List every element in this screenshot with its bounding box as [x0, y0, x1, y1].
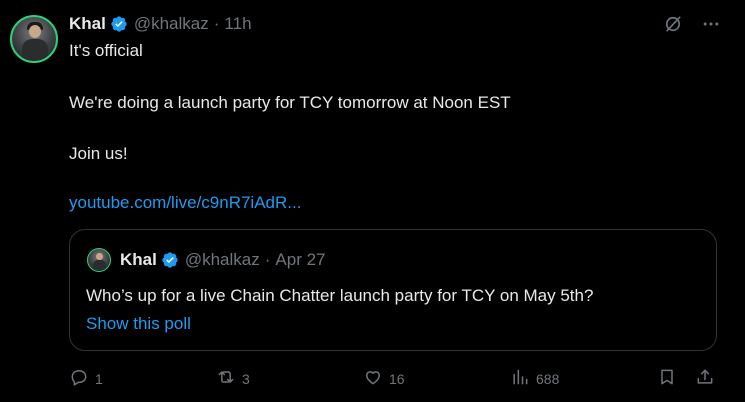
quoted-author-name[interactable]: Khal — [120, 250, 157, 270]
repost-count: 3 — [242, 370, 250, 387]
quoted-post-header: Khal @khalkaz · Apr 27 — [120, 250, 326, 270]
reply-count: 1 — [95, 370, 103, 387]
quoted-post[interactable]: Khal @khalkaz · Apr 27 Who’s up for a li… — [69, 229, 717, 351]
separator-dot: · — [264, 250, 271, 269]
post-action-bar: 1 3 16 688 — [69, 367, 717, 391]
post-header: Khal @khalkaz · 11h — [69, 13, 252, 35]
quoted-post-date[interactable]: Apr 27 — [275, 250, 325, 270]
more-icon[interactable] — [701, 14, 721, 34]
post-text-line-3: Join us! — [69, 144, 128, 163]
quoted-author-avatar[interactable] — [87, 248, 111, 272]
heart-icon — [363, 367, 383, 390]
verified-badge-icon — [161, 251, 179, 269]
reply-icon — [69, 367, 89, 390]
verified-badge-icon — [110, 15, 128, 33]
like-count: 16 — [389, 370, 405, 387]
separator-dot: · — [213, 14, 220, 33]
author-avatar[interactable] — [10, 15, 58, 63]
share-button[interactable] — [695, 367, 715, 390]
repost-button[interactable]: 3 — [216, 367, 250, 390]
repost-icon — [216, 367, 236, 390]
like-button[interactable]: 16 — [363, 367, 405, 390]
post-text-line-2: We're doing a launch party for TCY tomor… — [69, 93, 511, 112]
post-link[interactable]: youtube.com/live/c9nR7iAdR... — [69, 192, 301, 214]
quoted-author-handle[interactable]: @khalkaz — [185, 250, 260, 270]
author-name[interactable]: Khal — [69, 14, 106, 34]
bookmark-icon — [657, 367, 677, 390]
post-top-actions — [663, 14, 721, 34]
quoted-post-text: Who’s up for a live Chain Chatter launch… — [86, 286, 594, 305]
views-count: 688 — [536, 370, 560, 387]
show-poll-link[interactable]: Show this poll — [86, 313, 191, 335]
bookmark-button[interactable] — [657, 367, 677, 390]
views-button[interactable]: 688 — [510, 367, 559, 390]
post-text-line-1: It's official — [69, 41, 143, 60]
grok-icon[interactable] — [663, 14, 683, 34]
author-handle[interactable]: @khalkaz — [134, 14, 209, 34]
reply-button[interactable]: 1 — [69, 367, 103, 390]
post-time[interactable]: 11h — [224, 14, 251, 34]
share-icon — [695, 367, 715, 390]
views-icon — [510, 367, 530, 390]
